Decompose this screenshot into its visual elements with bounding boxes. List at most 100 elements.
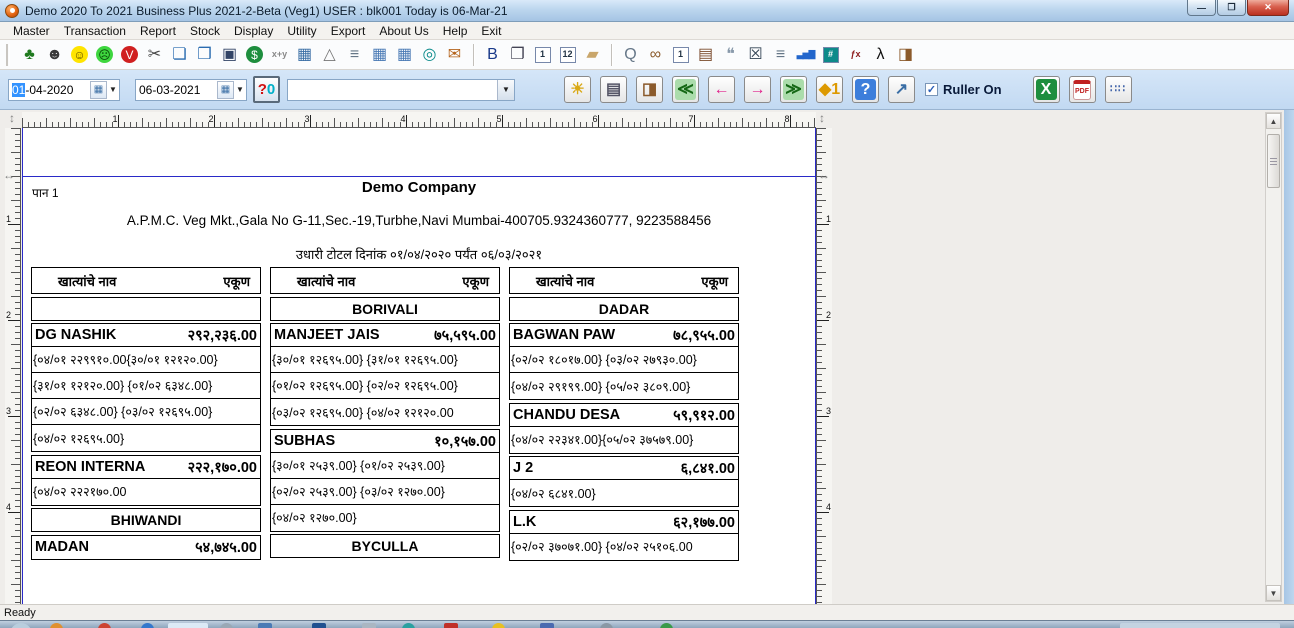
money-bag-button[interactable]: $ (243, 43, 266, 67)
taskbar-icon-gray2[interactable] (600, 623, 613, 628)
palm-tree-button[interactable]: ♣ (18, 43, 41, 67)
print-button[interactable]: ▤ (600, 76, 627, 103)
calendar-grid-button[interactable]: ▦ (293, 43, 316, 67)
first-record-button[interactable]: ≪ (672, 76, 699, 103)
taskbar-icon-blue2[interactable] (540, 623, 554, 628)
menu-item-stock[interactable]: Stock (183, 23, 227, 39)
taskbar-icon-darkred[interactable] (444, 623, 458, 628)
scroll-down-button[interactable]: ▼ (1266, 585, 1281, 601)
vertical-scrollbar[interactable]: ▲ ▼ (1265, 112, 1282, 602)
comment-button[interactable]: ❝ (719, 43, 742, 67)
taskbar-icon-orange[interactable] (50, 623, 63, 628)
right-ruler-resize-handle-icon[interactable]: ↕ (819, 112, 825, 124)
menu-item-help[interactable]: Help (436, 23, 475, 39)
date-to-field[interactable]: 06-03-2021 ▦ ▼ (135, 79, 247, 101)
taskbar-icon-red[interactable] (98, 623, 111, 628)
taskbar-icon-steel[interactable] (258, 623, 272, 628)
previous-record-button[interactable]: ← (708, 76, 735, 103)
date-from-calendar-icon[interactable]: ▦ (90, 81, 107, 99)
menu-item-display[interactable]: Display (227, 23, 280, 39)
tip-bulb-button[interactable]: ☀ (564, 76, 591, 103)
add-items-button[interactable]: ❒ (193, 43, 216, 67)
query-zero-button[interactable]: ?0 (253, 76, 280, 103)
find-document-button[interactable]: ❏ (168, 43, 191, 67)
taskbar-icon-teal[interactable] (402, 623, 415, 628)
account-combobox[interactable]: ▼ (287, 79, 515, 101)
right-margin-drag-handle-icon[interactable]: ↔ (818, 169, 830, 181)
taskbar-icon-green[interactable] (660, 623, 673, 628)
function-button[interactable]: ƒx (844, 43, 867, 67)
date-from-dropdown-icon[interactable]: ▼ (107, 85, 119, 94)
restore-button[interactable]: ❐ (1217, 0, 1246, 16)
servers-button[interactable]: ≡ (769, 43, 792, 67)
scroll-up-button[interactable]: ▲ (1266, 113, 1281, 129)
detective-button[interactable]: ☻ (43, 43, 66, 67)
menu-item-exit[interactable]: Exit (474, 23, 508, 39)
taskbar-tray[interactable] (1120, 623, 1280, 628)
books-add-button[interactable]: ▤ (694, 43, 717, 67)
mail-export-button[interactable]: ✉ (443, 43, 466, 67)
toolbar-grip[interactable] (6, 44, 10, 66)
database-button[interactable]: ≡ (343, 43, 366, 67)
cd-truck-button[interactable]: ◎ (418, 43, 441, 67)
lamp-one-button[interactable]: ◆1 (816, 76, 843, 103)
exit-door-button[interactable]: ◨ (894, 43, 917, 67)
notepad-cancel-button[interactable]: ☒ (744, 43, 767, 67)
taskbar-icon-navy[interactable] (312, 623, 326, 628)
minimize-button[interactable]: — (1187, 0, 1216, 16)
sad-face-button[interactable]: ☹ (93, 43, 116, 67)
menu-item-transaction[interactable]: Transaction (57, 23, 133, 39)
taskbar-icon-blue[interactable] (141, 623, 154, 628)
next-record-button[interactable]: → (744, 76, 771, 103)
date-to-dropdown-icon[interactable]: ▼ (234, 85, 246, 94)
scrollbar-thumb[interactable] (1267, 134, 1280, 188)
table-alt-button[interactable]: ▦ (393, 43, 416, 67)
last-record-button[interactable]: ≫ (780, 76, 807, 103)
vruler-inch-tick (8, 416, 20, 417)
export-view-button[interactable]: ↗ (888, 76, 915, 103)
bold-button[interactable]: B (481, 43, 504, 67)
calculator-button[interactable]: # (819, 43, 842, 67)
pages-button[interactable]: ❐ (506, 43, 529, 67)
glasses-add-button[interactable]: ∞ (644, 43, 667, 67)
eraser-button[interactable]: ▰ (581, 43, 604, 67)
excel-export-button[interactable]: X (1033, 76, 1060, 103)
grid-pattern-button[interactable]: ∷∷ (1105, 76, 1132, 103)
formula-button[interactable]: x+y (268, 43, 291, 67)
window-calendar-button[interactable]: ▣ (218, 43, 241, 67)
mask-button[interactable]: V (118, 43, 141, 67)
bar-chart-button[interactable]: ▃▅▇ (794, 43, 817, 67)
close-door-button[interactable]: ◨ (636, 76, 663, 103)
close-button[interactable]: ✕ (1247, 0, 1289, 16)
top-margin-line[interactable] (23, 176, 815, 177)
menu-item-master[interactable]: Master (6, 23, 57, 39)
start-orb[interactable] (10, 623, 32, 628)
taskbar-icon-yellow[interactable] (492, 623, 505, 628)
happy-face-button[interactable]: ☺ (68, 43, 91, 67)
pdf-export-button[interactable]: PDF (1069, 76, 1096, 103)
table-button[interactable]: ▦ (368, 43, 391, 67)
database-search-button[interactable]: Q (619, 43, 642, 67)
document-one-button[interactable]: 1 (669, 43, 692, 67)
menu-item-utility[interactable]: Utility (280, 23, 323, 39)
left-ruler-resize-handle-icon[interactable]: ↕ (9, 112, 15, 124)
page-onetwo-button[interactable]: 12 (556, 43, 579, 67)
left-margin-drag-handle-icon[interactable]: ↔ (3, 169, 15, 181)
date-from-field[interactable]: 01-04-2020 ▦ ▼ (8, 79, 120, 101)
combobox-dropdown-icon[interactable]: ▼ (497, 80, 514, 100)
menu-item-about-us[interactable]: About Us (372, 23, 435, 39)
windows-taskbar[interactable] (0, 620, 1294, 628)
menu-item-report[interactable]: Report (133, 23, 183, 39)
detail-text: {०१/०२ १२६९५.00} {०२/०२ १२६९५.00} (272, 377, 458, 394)
page-one-button[interactable]: 1 (531, 43, 554, 67)
sundial-button[interactable]: △ (318, 43, 341, 67)
menu-item-export[interactable]: Export (324, 23, 373, 39)
scissors-button[interactable]: ✂ (143, 43, 166, 67)
ruler-checkbox[interactable]: ✓ (925, 83, 938, 96)
help-button[interactable]: ? (852, 76, 879, 103)
taskbar-app-active[interactable] (168, 623, 208, 628)
taskbar-icon-silver[interactable] (362, 623, 376, 628)
taskbar-icon-gray[interactable] (220, 623, 233, 628)
run-button[interactable]: λ (869, 43, 892, 67)
date-to-calendar-icon[interactable]: ▦ (217, 81, 234, 99)
